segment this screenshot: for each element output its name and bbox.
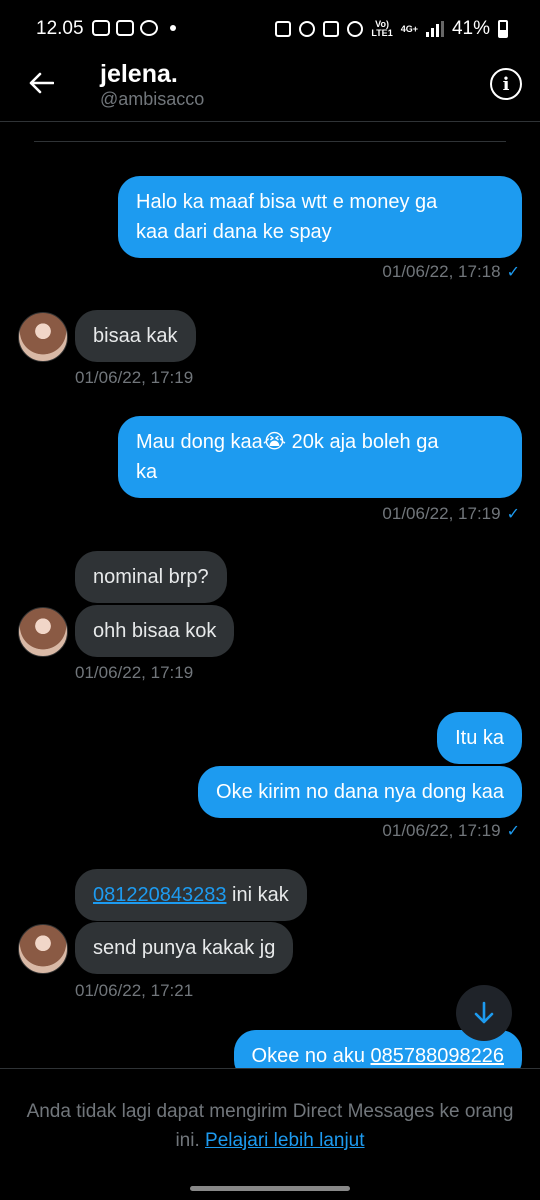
message-timestamp: 01/06/22, 17:19 bbox=[75, 368, 194, 387]
hotspot-icon bbox=[347, 21, 364, 37]
status-bar: 12.05 Vo) LTE1 4G+ 41% bbox=[0, 0, 540, 60]
message-text: kaa dari dana ke spay bbox=[136, 221, 332, 243]
divider bbox=[34, 141, 506, 142]
message-bubble-incoming[interactable]: 081220843283 ini kak bbox=[75, 869, 307, 921]
back-arrow-icon bbox=[29, 72, 54, 94]
avatar[interactable] bbox=[18, 924, 68, 974]
message-bubble-incoming[interactable]: nominal brp? bbox=[75, 551, 227, 603]
conversation-header: jelena. @ambisacco i bbox=[0, 60, 540, 122]
network-type-icon: 4G+ bbox=[400, 23, 418, 34]
message-bubble-incoming[interactable]: bisaa kak bbox=[75, 310, 196, 362]
message-timestamp: 01/06/22, 17:18 ✓ bbox=[382, 262, 520, 282]
recycle-icon bbox=[275, 21, 292, 37]
home-indicator[interactable] bbox=[190, 1186, 350, 1191]
contact-handle[interactable]: @ambisacco bbox=[100, 89, 204, 110]
message-bubble-outgoing[interactable]: Itu ka bbox=[437, 712, 522, 764]
message-bubble-outgoing[interactable]: Halo ka maaf bisa wtt e money ga kaa dar… bbox=[118, 176, 522, 258]
avatar[interactable] bbox=[18, 607, 68, 657]
battery-percent: 41% bbox=[451, 18, 490, 39]
status-time: 12.05 bbox=[36, 18, 84, 39]
phone-number-link[interactable]: 081220843283 bbox=[93, 884, 226, 906]
message-timestamp: 01/06/22, 17:21 bbox=[75, 981, 194, 1000]
timestamp-text: 01/06/22, 17:19 bbox=[382, 504, 501, 523]
message-text: Okee no aku bbox=[251, 1045, 371, 1067]
battery-icon bbox=[498, 20, 508, 38]
mute-icon bbox=[323, 21, 340, 37]
scroll-down-arrow-icon bbox=[474, 1001, 494, 1024]
message-timestamp: 01/06/22, 17:19 ✓ bbox=[382, 821, 520, 841]
notification-icons bbox=[92, 20, 176, 36]
message-bubble-incoming[interactable]: send punya kakak jg bbox=[75, 922, 294, 974]
back-button[interactable] bbox=[26, 68, 56, 98]
message-timestamp: 01/06/22, 17:19 ✓ bbox=[382, 504, 520, 524]
message-text: ini kak bbox=[226, 884, 289, 906]
timestamp-text: 01/06/22, 17:19 bbox=[382, 821, 501, 840]
message-text: Oke kirim no dana nya dong kaa bbox=[216, 781, 504, 803]
timestamp-text: 01/06/22, 17:18 bbox=[382, 262, 501, 281]
contact-name[interactable]: jelena. bbox=[100, 60, 178, 89]
message-bubble-outgoing[interactable]: Mau dong kaa😭 20k aja boleh ga ka bbox=[118, 416, 522, 498]
check-icon: ✓ bbox=[506, 506, 520, 523]
info-icon: i bbox=[502, 73, 510, 95]
learn-more-link[interactable]: Pelajari lebih lanjut bbox=[205, 1130, 365, 1151]
check-icon: ✓ bbox=[506, 823, 520, 840]
message-text: ka bbox=[136, 461, 158, 483]
message-text: Itu ka bbox=[455, 727, 504, 749]
message-text: Halo ka maaf bisa wtt e money ga bbox=[136, 191, 438, 213]
message-timestamp: 01/06/22, 17:19 bbox=[75, 663, 194, 682]
gallery-icon bbox=[116, 20, 134, 36]
volte-icon: Vo) LTE1 bbox=[371, 19, 393, 38]
message-text: nominal brp? bbox=[93, 566, 209, 588]
avatar[interactable] bbox=[18, 312, 68, 362]
dm-disabled-footer: Anda tidak lagi dapat mengirim Direct Me… bbox=[0, 1068, 540, 1200]
check-icon: ✓ bbox=[506, 264, 520, 281]
more-notifications-icon bbox=[170, 25, 176, 31]
scroll-to-bottom-button[interactable] bbox=[456, 985, 512, 1041]
info-button[interactable]: i bbox=[490, 68, 522, 100]
message-text: ohh bisaa kok bbox=[93, 620, 217, 642]
line-app-icon bbox=[92, 20, 110, 36]
message-bubble-outgoing[interactable]: Oke kirim no dana nya dong kaa bbox=[198, 766, 522, 818]
alarm-icon bbox=[299, 21, 316, 37]
footer-notice: Anda tidak lagi dapat mengirim Direct Me… bbox=[20, 1097, 520, 1155]
message-text: Mau dong kaa😭 20k aja boleh ga bbox=[136, 431, 439, 453]
app-notification-icon bbox=[140, 20, 158, 36]
phone-number-link[interactable]: 085788098226 bbox=[371, 1045, 504, 1067]
system-icons: Vo) LTE1 4G+ 41% bbox=[275, 18, 508, 40]
message-text: send punya kakak jg bbox=[93, 937, 276, 959]
message-text: bisaa kak bbox=[93, 325, 178, 347]
signal-icon bbox=[425, 21, 444, 37]
message-bubble-incoming[interactable]: ohh bisaa kok bbox=[75, 605, 235, 657]
